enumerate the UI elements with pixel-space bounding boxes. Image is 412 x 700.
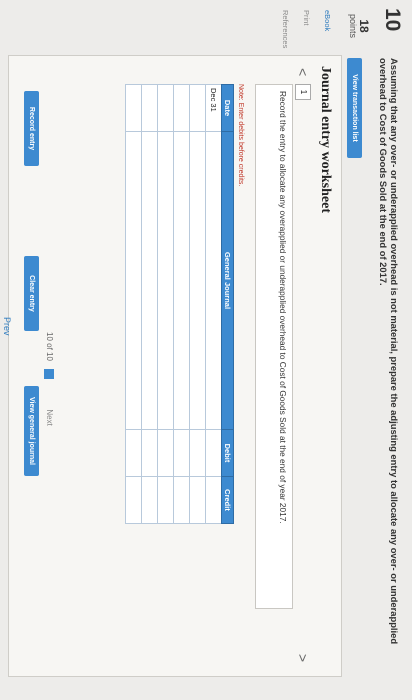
journal-table: Date General Journal Debit Credit Dec 31 xyxy=(125,84,234,524)
points-value: 18 xyxy=(357,19,371,33)
rotated-screen: 10 18 points eBook Print References Assu… xyxy=(0,0,412,700)
date-cell[interactable] xyxy=(173,84,190,132)
entry-tab-1[interactable]: 1 xyxy=(295,84,311,100)
table-row xyxy=(125,84,142,524)
question-prompt: Assuming that any over- or underapplied … xyxy=(377,58,400,645)
debit-cell[interactable] xyxy=(189,429,206,477)
account-cell[interactable] xyxy=(141,131,158,430)
debit-cell[interactable] xyxy=(157,429,174,477)
date-cell[interactable] xyxy=(189,84,206,132)
table-row: Dec 31 xyxy=(205,84,222,524)
credit-cell[interactable] xyxy=(205,476,222,524)
debit-cell[interactable] xyxy=(173,429,190,477)
account-cell[interactable] xyxy=(205,131,222,430)
header-debit: Debit xyxy=(221,429,234,477)
credit-cell[interactable] xyxy=(189,476,206,524)
account-cell[interactable] xyxy=(189,131,206,430)
clear-entry-button[interactable]: Clear entry xyxy=(24,256,39,331)
date-cell[interactable]: Dec 31 xyxy=(205,84,222,132)
debit-cell[interactable] xyxy=(141,429,158,477)
account-cell[interactable] xyxy=(173,131,190,430)
prev-page-button[interactable]: Prev xyxy=(2,317,12,336)
table-row xyxy=(173,84,190,524)
next-arrow-icon[interactable]: > xyxy=(295,654,311,662)
grid-icon[interactable] xyxy=(44,369,54,380)
date-cell[interactable] xyxy=(157,84,174,132)
header-credit: Credit xyxy=(221,476,234,524)
date-cell[interactable] xyxy=(125,84,142,132)
table-row xyxy=(141,84,158,524)
debit-cell[interactable] xyxy=(205,429,222,477)
table-row xyxy=(157,84,174,524)
account-cell[interactable] xyxy=(157,131,174,430)
view-transaction-list-button[interactable]: View transaction list xyxy=(347,58,362,158)
credit-cell[interactable] xyxy=(157,476,174,524)
worksheet-title: Journal entry worksheet xyxy=(318,66,333,213)
instruction-text: Record the entry to allocate any overapp… xyxy=(255,84,293,609)
debit-cell[interactable] xyxy=(125,429,142,477)
prev-arrow-icon[interactable]: < xyxy=(295,68,311,76)
pagination: 10 of 10 Next xyxy=(44,332,54,426)
question-number: 10 xyxy=(381,8,404,32)
account-cell[interactable] xyxy=(125,131,142,430)
debit-credit-note: Note: Enter debits before credits. xyxy=(237,84,244,187)
page-total: of 10 xyxy=(44,343,54,361)
points-info: 18 points xyxy=(347,14,371,39)
date-cell[interactable] xyxy=(141,84,158,132)
credit-cell[interactable] xyxy=(125,476,142,524)
table-row xyxy=(189,84,206,524)
journal-entry-worksheet: Journal entry worksheet < 1 > Record the… xyxy=(8,55,342,677)
credit-cell[interactable] xyxy=(141,476,158,524)
credit-cell[interactable] xyxy=(173,476,190,524)
record-entry-button[interactable]: Record entry xyxy=(24,91,39,166)
points-label: points xyxy=(347,14,358,39)
header-general-journal: General Journal xyxy=(221,131,234,430)
page-current: 10 xyxy=(44,332,54,341)
header-date: Date xyxy=(221,84,234,132)
view-general-journal-button[interactable]: View general journal xyxy=(24,386,39,476)
next-page-button[interactable]: Next xyxy=(45,409,54,425)
